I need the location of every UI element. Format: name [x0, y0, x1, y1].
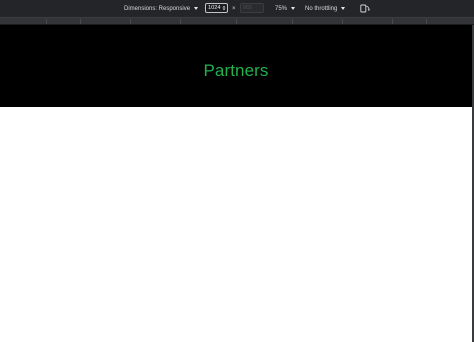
media-query-ruler [0, 17, 474, 25]
throttling-chevron-down-icon [341, 7, 346, 10]
rotate-device-icon [360, 4, 370, 13]
zoom-dropdown[interactable]: 75% [275, 0, 296, 17]
ruler-tick [130, 19, 131, 24]
height-input[interactable]: 865 [240, 3, 264, 13]
separator-text: × [232, 5, 236, 12]
ruler-tick [392, 19, 393, 24]
width-value: 1024 [208, 5, 221, 11]
height-value: 865 [243, 5, 253, 11]
ruler-tick [180, 19, 181, 24]
dimensions-separator: × [232, 0, 236, 17]
ruler-tick [342, 19, 343, 24]
hero-banner: Partners [0, 25, 472, 107]
device-toolbar: Dimensions: Responsive 1024 × 865 75% No… [0, 0, 474, 17]
page-content [0, 107, 472, 342]
throttling-dropdown[interactable]: No throttling [305, 0, 346, 17]
dimensions-chevron-down-icon [194, 7, 199, 10]
width-spinner-icon[interactable] [222, 5, 226, 11]
zoom-label: 75% [275, 5, 288, 12]
dimensions-dropdown[interactable]: Dimensions: Responsive [124, 0, 199, 17]
page-title: Partners [203, 61, 269, 80]
ruler-tick [426, 19, 427, 24]
zoom-chevron-down-icon [291, 7, 296, 10]
ruler-tick [46, 19, 47, 24]
dimensions-label: Dimensions: Responsive [124, 5, 191, 12]
ruler-tick [292, 19, 293, 24]
ruler-tick [80, 19, 81, 24]
width-input[interactable]: 1024 [205, 3, 228, 13]
throttling-label: No throttling [305, 5, 338, 12]
rotate-device-button[interactable] [360, 0, 370, 17]
device-viewport: Partners [0, 25, 472, 342]
ruler-tick [236, 19, 237, 24]
